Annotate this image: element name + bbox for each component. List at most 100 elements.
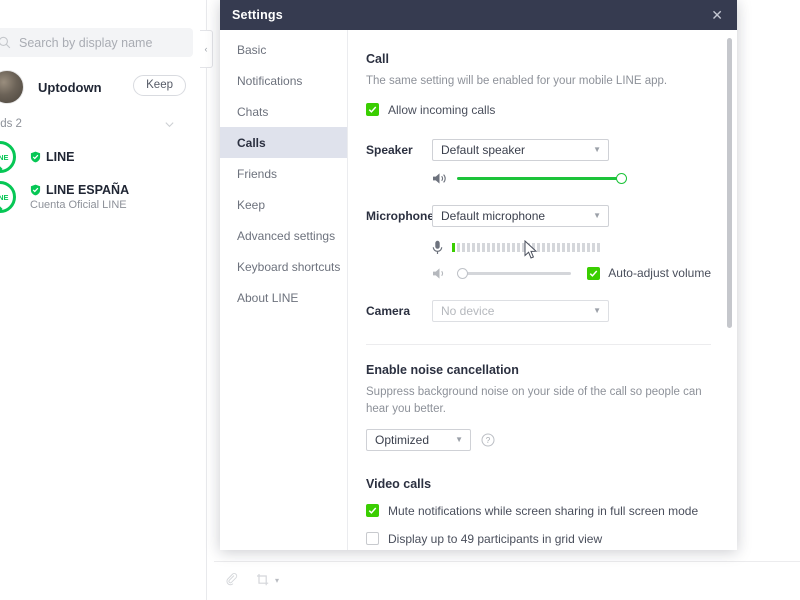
video-calls-title: Video calls bbox=[366, 476, 432, 491]
collapse-panel-button[interactable]: ‹ bbox=[200, 30, 213, 68]
sidebar-item-basic[interactable]: Basic bbox=[220, 34, 347, 65]
meter-segment bbox=[547, 243, 550, 253]
noise-cancellation-description: Suppress background noise on your side o… bbox=[366, 386, 702, 415]
meter-segment bbox=[542, 243, 545, 253]
meter-segment bbox=[527, 243, 530, 253]
meter-segment bbox=[532, 243, 535, 253]
video-option-row[interactable]: Mute notifications while screen sharing … bbox=[366, 503, 711, 520]
chevron-down-icon: ▼ bbox=[593, 145, 601, 155]
speaker-icon bbox=[433, 173, 446, 184]
speaker-muted-icon bbox=[433, 268, 444, 279]
camera-field-row: Camera No device ▼ bbox=[366, 300, 711, 323]
friend-text: LINE bbox=[30, 150, 74, 164]
allow-incoming-calls-row[interactable]: Allow incoming calls bbox=[366, 102, 711, 119]
meter-segment bbox=[592, 243, 595, 253]
chevron-down-icon bbox=[165, 121, 174, 127]
meter-segment bbox=[497, 243, 500, 253]
auto-adjust-volume-checkbox[interactable] bbox=[587, 267, 601, 281]
meter-segment bbox=[492, 243, 495, 253]
video-calls-section: Video calls Mute notifications while scr… bbox=[366, 477, 711, 550]
meter-segment bbox=[512, 243, 515, 253]
microphone-slider-track bbox=[457, 271, 572, 275]
sidebar-item-about-line[interactable]: About LINE bbox=[220, 282, 347, 313]
meter-segment bbox=[577, 243, 580, 253]
microphone-volume-slider[interactable] bbox=[457, 266, 572, 280]
settings-content: Call The same setting will be enabled fo… bbox=[348, 30, 737, 550]
speaker-select[interactable]: Default speaker ▼ bbox=[432, 139, 609, 162]
chevron-down-icon: ▼ bbox=[593, 306, 601, 316]
speaker-field-row: Speaker Default speaker ▼ bbox=[366, 139, 711, 162]
meter-segment bbox=[462, 243, 465, 253]
dialog-titlebar: Settings ✕ bbox=[220, 0, 737, 30]
noise-cancellation-title: Enable noise cancellation bbox=[366, 363, 519, 378]
verified-shield-icon bbox=[30, 151, 41, 163]
chevron-down-icon: ▼ bbox=[593, 211, 601, 221]
grid-view-sub: (Show up to 49 thumbnails of participant… bbox=[388, 548, 711, 550]
camera-label: Camera bbox=[366, 304, 411, 319]
speaker-slider-knob[interactable] bbox=[616, 172, 627, 184]
microphone-select[interactable]: Default microphone ▼ bbox=[432, 205, 609, 228]
meter-segment bbox=[482, 243, 485, 253]
mute-notifications-checkbox[interactable] bbox=[366, 503, 379, 517]
friend-name: LINE ESPAÑA bbox=[46, 183, 130, 197]
microphone-slider-knob[interactable] bbox=[457, 267, 468, 279]
noise-cancellation-select[interactable]: Optimized ▼ bbox=[366, 428, 471, 451]
screenshot-caret-icon[interactable]: ▾ bbox=[275, 576, 279, 585]
chat-toolbar: ▾ bbox=[224, 572, 279, 588]
camera-select[interactable]: No device ▼ bbox=[432, 300, 609, 323]
sidebar-item-notifications[interactable]: Notifications bbox=[220, 65, 347, 96]
meter-segment bbox=[507, 243, 510, 253]
keep-button[interactable]: Keep bbox=[133, 75, 186, 96]
friend-subtitle: Cuenta Oficial LINE bbox=[30, 199, 127, 211]
noise-cancellation-section: Enable noise cancellation Suppress backg… bbox=[366, 363, 711, 451]
sidebar-item-advanced-settings[interactable]: Advanced settings bbox=[220, 220, 347, 251]
line-logo-icon: LINE bbox=[0, 181, 16, 213]
meter-segment bbox=[587, 243, 590, 253]
screenshot-icon[interactable] bbox=[255, 572, 271, 588]
speaker-slider-track bbox=[457, 176, 627, 180]
line-logo-text: LINE bbox=[0, 192, 9, 202]
chat-input-divider bbox=[214, 561, 800, 562]
scrollbar-thumb[interactable] bbox=[727, 38, 732, 328]
settings-nav: Basic Notifications Chats Calls Friends … bbox=[220, 30, 348, 550]
search-placeholder: Search by display name bbox=[19, 35, 153, 50]
allow-incoming-calls-label: Allow incoming calls bbox=[388, 103, 496, 118]
auto-adjust-volume-row[interactable]: Auto-adjust volume bbox=[587, 266, 711, 281]
dialog-body: Basic Notifications Chats Calls Friends … bbox=[220, 30, 737, 550]
line-logo-text: LINE bbox=[0, 152, 9, 162]
friend-name: LINE bbox=[46, 150, 75, 164]
help-circle-icon[interactable]: ? bbox=[481, 433, 495, 447]
friends-section-header[interactable]: Friends 2 bbox=[0, 118, 189, 130]
screen: Search by display name Uptodown Keep Fri… bbox=[0, 0, 800, 600]
sidebar-item-keyboard-shortcuts[interactable]: Keyboard shortcuts bbox=[220, 251, 347, 282]
sidebar-item-chats[interactable]: Chats bbox=[220, 96, 347, 127]
meter-segment bbox=[597, 243, 600, 253]
meter-segment bbox=[557, 243, 560, 253]
close-icon[interactable]: ✕ bbox=[707, 6, 727, 24]
meter-segment bbox=[472, 243, 475, 253]
list-item[interactable]: LINE LINE ESPAÑA Cuenta Oficial LINE bbox=[0, 178, 193, 216]
video-option-row[interactable]: Display up to 49 participants in grid vi… bbox=[366, 531, 711, 550]
search-input[interactable]: Search by display name bbox=[0, 28, 193, 57]
allow-incoming-calls-checkbox[interactable] bbox=[366, 103, 379, 117]
profile-row[interactable]: Uptodown Keep bbox=[0, 66, 194, 108]
microphone-label: Microphone bbox=[366, 209, 434, 224]
list-item[interactable]: LINE LINE bbox=[0, 138, 193, 176]
paperclip-icon[interactable] bbox=[224, 572, 240, 588]
meter-segment bbox=[452, 243, 455, 253]
search-icon bbox=[0, 36, 11, 49]
line-logo-icon: LINE bbox=[0, 141, 16, 173]
grid-view-checkbox[interactable] bbox=[366, 532, 379, 546]
sidebar-item-calls[interactable]: Calls bbox=[220, 127, 347, 158]
call-section-description: The same setting will be enabled for you… bbox=[366, 75, 668, 87]
call-section-title: Call bbox=[366, 52, 389, 66]
dialog-title: Settings bbox=[232, 8, 283, 22]
verified-shield-icon bbox=[30, 184, 41, 196]
sidebar-item-friends[interactable]: Friends bbox=[220, 158, 347, 189]
speaker-select-value: Default speaker bbox=[441, 143, 526, 158]
scrollbar[interactable] bbox=[727, 38, 732, 542]
speaker-volume-row bbox=[432, 171, 711, 185]
friend-text: LINE ESPAÑA Cuenta Oficial LINE bbox=[30, 183, 129, 211]
sidebar-item-keep[interactable]: Keep bbox=[220, 189, 347, 220]
speaker-volume-slider[interactable] bbox=[457, 171, 627, 185]
